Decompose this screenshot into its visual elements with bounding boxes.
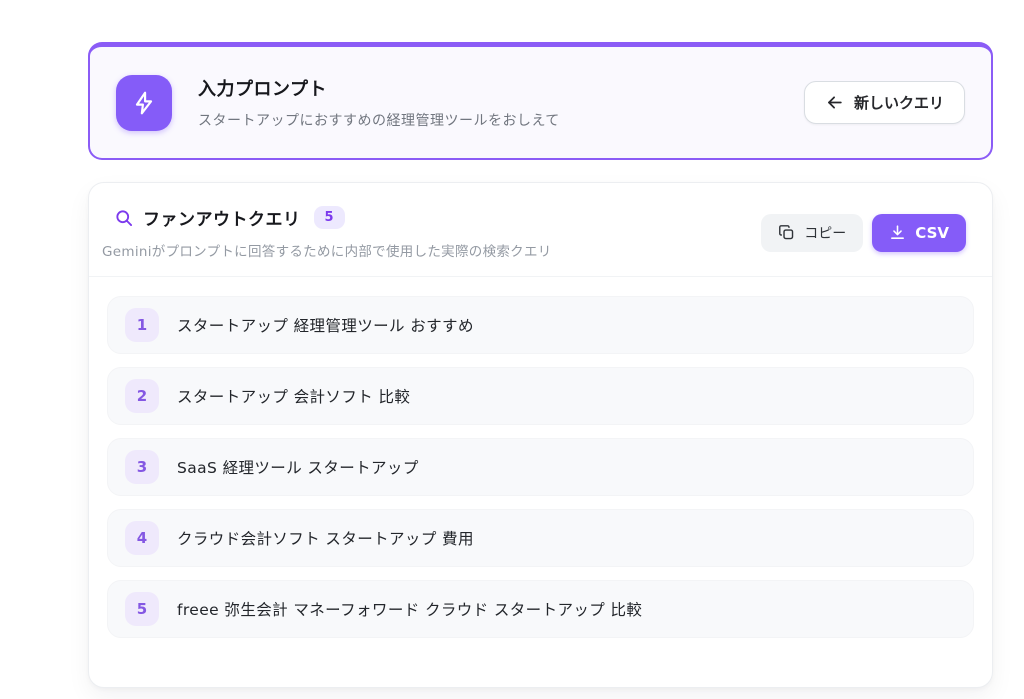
- query-row: 3 SaaS 経理ツール スタートアップ: [107, 438, 974, 496]
- csv-download-button[interactable]: CSV: [872, 214, 966, 252]
- fanout-card-description: Geminiがプロンプトに回答するために内部で使用した実際の検索クエリ: [102, 240, 552, 260]
- fanout-query-card: ファンアウトクエリ 5 Geminiがプロンプトに回答するために内部で使用した実…: [88, 182, 993, 688]
- fanout-card-header: ファンアウトクエリ 5 Geminiがプロンプトに回答するために内部で使用した実…: [89, 183, 992, 276]
- new-query-button-label: 新しいクエリ: [854, 92, 944, 113]
- query-row: 4 クラウド会計ソフト スタートアップ 費用: [107, 509, 974, 567]
- query-text: freee 弥生会計 マネーフォワード クラウド スタートアップ 比較: [177, 598, 642, 620]
- query-text: クラウド会計ソフト スタートアップ 費用: [177, 527, 474, 549]
- query-text: SaaS 経理ツール スタートアップ: [177, 456, 419, 478]
- query-number-badge: 3: [125, 450, 159, 484]
- query-row: 2 スタートアップ 会計ソフト 比較: [107, 367, 974, 425]
- query-row: 5 freee 弥生会計 マネーフォワード クラウド スタートアップ 比較: [107, 580, 974, 638]
- query-number-badge: 4: [125, 521, 159, 555]
- download-icon: [889, 224, 906, 241]
- copy-icon: [778, 224, 795, 241]
- query-text: スタートアップ 会計ソフト 比較: [177, 385, 410, 407]
- query-text: スタートアップ 経理管理ツール おすすめ: [177, 314, 474, 336]
- new-query-button[interactable]: 新しいクエリ: [804, 81, 965, 124]
- fanout-card-title: ファンアウトクエリ: [143, 205, 301, 230]
- query-number-badge: 5: [125, 592, 159, 626]
- lightning-bolt-icon: [116, 75, 172, 131]
- query-row: 1 スタートアップ 経理管理ツール おすすめ: [107, 296, 974, 354]
- copy-button-label: コピー: [804, 223, 846, 243]
- copy-button[interactable]: コピー: [761, 214, 863, 252]
- arrow-left-icon: [825, 93, 844, 112]
- prompt-text: スタートアップにおすすめの経理管理ツールをおしえて: [198, 110, 560, 130]
- query-number-badge: 2: [125, 379, 159, 413]
- query-number-badge: 1: [125, 308, 159, 342]
- csv-button-label: CSV: [915, 224, 949, 242]
- query-list: 1 スタートアップ 経理管理ツール おすすめ 2 スタートアップ 会計ソフト 比…: [89, 277, 992, 656]
- prompt-card-title: 入力プロンプト: [198, 75, 560, 101]
- search-icon: [114, 208, 134, 228]
- input-prompt-card: 入力プロンプト スタートアップにおすすめの経理管理ツールをおしえて 新しいクエリ: [88, 42, 993, 160]
- query-count-badge: 5: [314, 206, 345, 229]
